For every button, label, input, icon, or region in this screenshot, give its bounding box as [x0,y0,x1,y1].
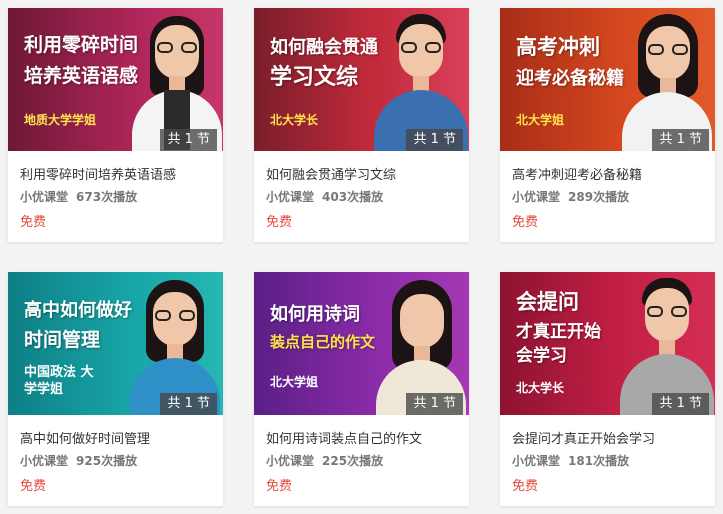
course-thumbnail[interactable]: 高中如何做好 时间管理 中国政法 大学学姐 共 1 节 [8,272,223,415]
lesson-count-badge: 共 1 节 [652,129,709,151]
course-card[interactable]: 会提问 才真正开始 会学习 北大学长 共 1 节 会提问才真正开始会学习 小优课… [500,272,715,506]
course-thumbnail[interactable]: 会提问 才真正开始 会学习 北大学长 共 1 节 [500,272,715,415]
lesson-count-badge: 共 1 节 [160,129,217,151]
channel-name: 小优课堂 [20,454,69,468]
course-title[interactable]: 高考冲刺迎考必备秘籍 [512,164,707,183]
play-count: 925次播放 [76,454,138,468]
thumbnail-title-line: 时间管理 [24,329,101,351]
course-card[interactable]: 利用零碎时间 培养英语语感 地质大学学姐 共 1 节 利用零碎时间培养英语语感 … [8,8,223,242]
thumbnail-title-line: 学习文综 [270,65,359,90]
thumbnail-title-line: 培养英语语感 [24,65,139,87]
course-card[interactable]: 如何用诗词 装点自己的作文 北大学姐 共 1 节 如何用诗词装点自己的作文 小优… [254,272,469,506]
channel-name: 小优课堂 [266,190,315,204]
thumbnail-title-line: 如何用诗词 [270,304,360,325]
course-price: 免费 [266,479,293,494]
thumbnail-title-line: 高考冲刺 [516,35,600,59]
lesson-count-badge: 共 1 节 [160,393,217,415]
channel-name: 小优课堂 [512,454,561,468]
thumbnail-presenter: 中国政法 大学学姐 [24,365,94,397]
thumbnail-presenter: 北大学姐 [516,113,565,127]
play-count: 673次播放 [76,190,138,204]
channel-name: 小优课堂 [20,190,69,204]
course-price: 免费 [266,215,293,230]
thumbnail-presenter: 地质大学学姐 [24,113,97,127]
course-card[interactable]: 如何融会贯通 学习文综 北大学长 共 1 节 如何融会贯通学习文综 小优课堂 40… [254,8,469,242]
thumbnail-title-line: 如何融会贯通 [270,37,378,58]
course-thumbnail[interactable]: 高考冲刺 迎考必备秘籍 北大学姐 共 1 节 [500,8,715,151]
lesson-count-badge: 共 1 节 [652,393,709,415]
channel-name: 小优课堂 [512,190,561,204]
course-price: 免费 [512,479,539,494]
course-price: 免费 [20,479,47,494]
course-title[interactable]: 如何融会贯通学习文综 [266,164,461,183]
lesson-count-badge: 共 1 节 [406,393,463,415]
thumbnail-title-line: 利用零碎时间 [24,34,139,56]
course-thumbnail[interactable]: 如何融会贯通 学习文综 北大学长 共 1 节 [254,8,469,151]
course-thumbnail[interactable]: 如何用诗词 装点自己的作文 北大学姐 共 1 节 [254,272,469,415]
channel-name: 小优课堂 [266,454,315,468]
course-meta: 小优课堂 925次播放 [20,452,137,469]
course-title[interactable]: 会提问才真正开始会学习 [512,428,707,447]
course-meta: 小优课堂 225次播放 [266,452,383,469]
play-count: 225次播放 [322,454,384,468]
course-price: 免费 [20,215,47,230]
course-title[interactable]: 高中如何做好时间管理 [20,428,215,447]
course-meta: 小优课堂 181次播放 [512,452,629,469]
course-meta: 小优课堂 673次播放 [20,188,137,205]
play-count: 181次播放 [568,454,630,468]
play-count: 289次播放 [568,190,630,204]
thumbnail-title-line: 会学习 [516,346,567,366]
thumbnail-presenter: 北大学长 [270,113,319,127]
course-card[interactable]: 高考冲刺 迎考必备秘籍 北大学姐 共 1 节 高考冲刺迎考必备秘籍 小优课堂 28… [500,8,715,242]
lesson-count-badge: 共 1 节 [406,129,463,151]
course-title[interactable]: 利用零碎时间培养英语语感 [20,164,215,183]
thumbnail-title-line: 会提问 [516,290,579,314]
thumbnail-title-line: 高中如何做好 [24,300,132,321]
course-price: 免费 [512,215,539,230]
course-card[interactable]: 高中如何做好 时间管理 中国政法 大学学姐 共 1 节 高中如何做好时间管理 小… [8,272,223,506]
course-meta: 小优课堂 289次播放 [512,188,629,205]
thumbnail-title-line: 装点自己的作文 [270,333,376,351]
course-meta: 小优课堂 403次播放 [266,188,383,205]
thumbnail-presenter: 北大学姐 [270,375,319,389]
thumbnail-presenter: 北大学长 [516,381,565,395]
course-title[interactable]: 如何用诗词装点自己的作文 [266,428,461,447]
play-count: 403次播放 [322,190,384,204]
thumbnail-title-line: 迎考必备秘籍 [516,68,624,89]
course-thumbnail[interactable]: 利用零碎时间 培养英语语感 地质大学学姐 共 1 节 [8,8,223,151]
